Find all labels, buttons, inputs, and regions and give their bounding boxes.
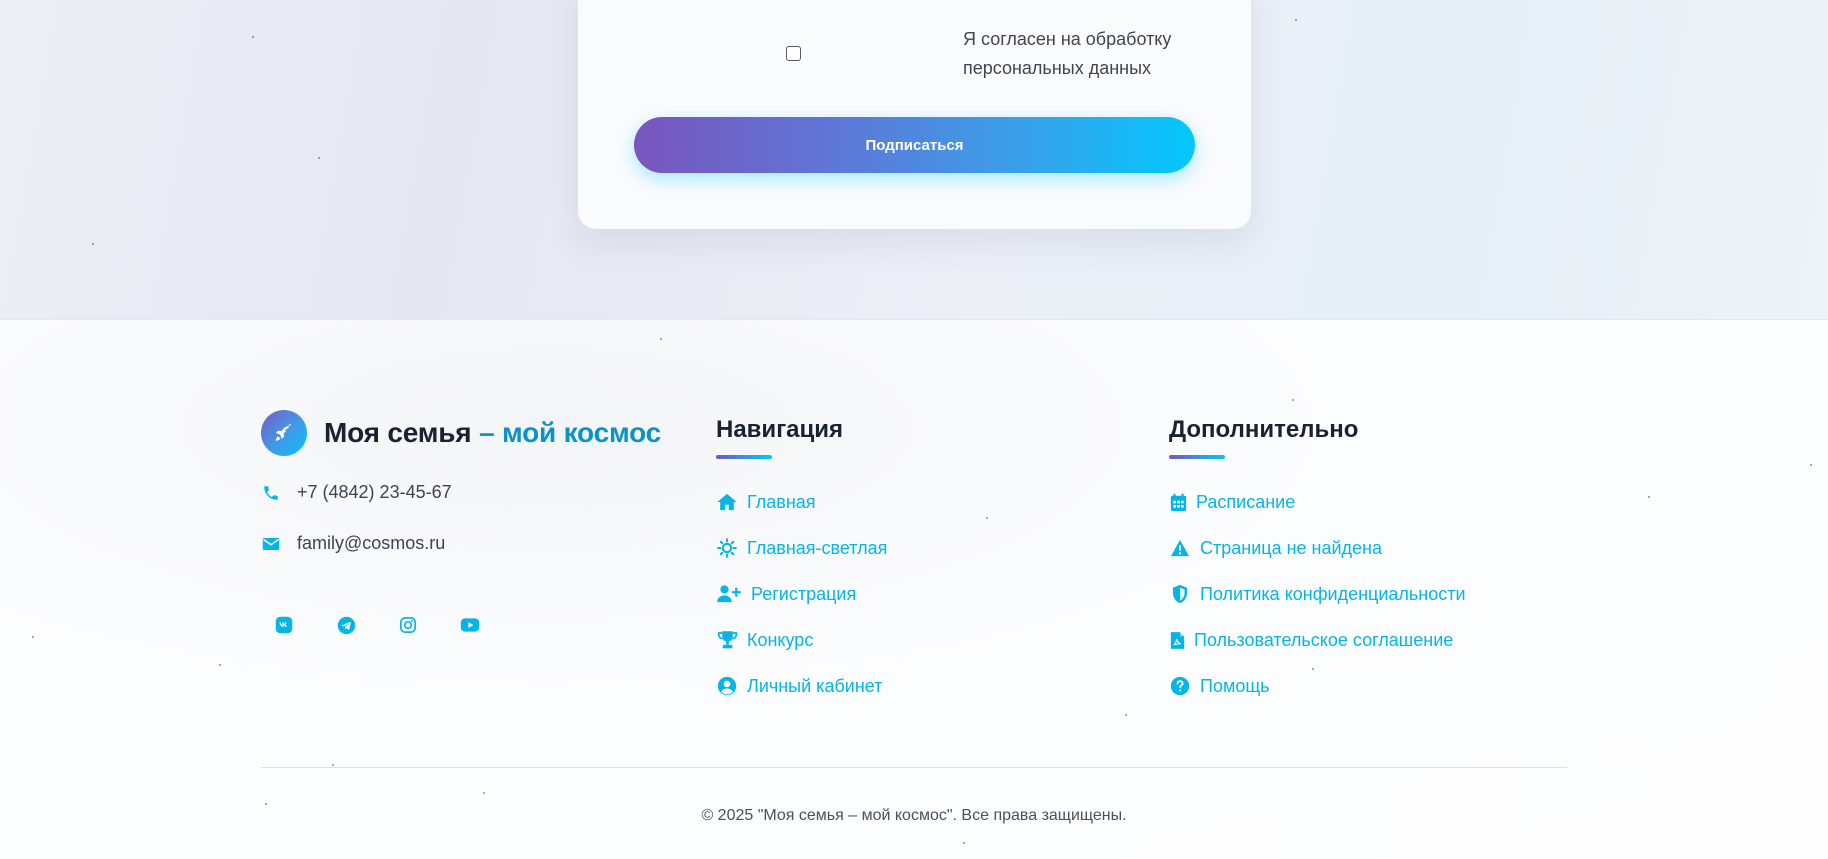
envelope-icon: [261, 534, 281, 554]
nav-link-label: Конкурс: [747, 629, 814, 650]
star-decoration: [332, 764, 334, 766]
trophy-icon: [716, 629, 738, 651]
extra-link-not-found[interactable]: Страница не найдена: [1169, 537, 1382, 559]
star-decoration: [660, 338, 662, 340]
star-decoration: [265, 803, 267, 805]
star-decoration: [1312, 668, 1314, 670]
nav-link-label: Главная: [747, 491, 816, 512]
extra-link-label: Пользовательское соглашение: [1194, 629, 1454, 650]
brand-title-accent: – мой космос: [479, 417, 662, 448]
extra-link-label: Расписание: [1196, 491, 1296, 512]
nav-link-label: Главная-светлая: [747, 537, 888, 558]
star-decoration: [92, 243, 94, 245]
consent-checkbox[interactable]: [786, 46, 801, 61]
subscribe-card: Я согласен на обработку персональных дан…: [578, 0, 1251, 229]
question-circle-icon: [1169, 675, 1191, 697]
star-decoration: [318, 157, 320, 159]
footer-brand[interactable]: Моя семья – мой космос: [261, 410, 661, 456]
extra-link-schedule[interactable]: Расписание: [1169, 491, 1295, 513]
star-decoration: [1292, 399, 1294, 401]
warning-icon: [1169, 537, 1191, 559]
phone-icon: [261, 483, 281, 503]
extra-link-privacy[interactable]: Политика конфиденциальности: [1169, 583, 1466, 605]
subscribe-section: Я согласен на обработку персональных дан…: [0, 0, 1828, 320]
vk-icon[interactable]: [261, 602, 307, 648]
star-decoration: [483, 792, 485, 794]
social-links: [261, 602, 509, 648]
telegram-icon[interactable]: [323, 602, 369, 648]
navigation-heading: Навигация: [716, 416, 844, 443]
star-decoration: [986, 517, 988, 519]
extra-heading: Дополнительно: [1169, 416, 1359, 443]
star-decoration: [252, 36, 254, 38]
star-decoration: [32, 636, 34, 638]
document-icon: [1169, 629, 1185, 651]
calendar-icon: [1169, 491, 1187, 513]
star-decoration: [1810, 464, 1812, 466]
star-decoration: [963, 842, 965, 844]
sun-icon: [716, 537, 738, 559]
extra-link-user-agreement[interactable]: Пользовательское соглашение: [1169, 629, 1453, 651]
nav-link-contest[interactable]: Конкурс: [716, 629, 813, 651]
user-circle-icon: [716, 675, 738, 697]
brand-title-main: Моя семья: [324, 417, 472, 448]
nav-link-registration[interactable]: Регистрация: [716, 583, 856, 605]
email-text: family@cosmos.ru: [297, 533, 446, 553]
extra-link-label: Страница не найдена: [1200, 537, 1383, 558]
home-icon: [716, 491, 738, 513]
consent-label: Я согласен на обработку персональных дан…: [963, 29, 1172, 78]
extra-link-label: Политика конфиденциальности: [1200, 583, 1466, 604]
nav-link-account[interactable]: Личный кабинет: [716, 675, 882, 697]
youtube-icon[interactable]: [447, 602, 493, 648]
nav-link-label: Личный кабинет: [747, 675, 883, 696]
nav-link-label: Регистрация: [751, 583, 857, 604]
user-plus-icon: [716, 583, 742, 605]
consent-row: Я согласен на обработку персональных дан…: [578, 0, 1251, 96]
copyright-text: © 2025 "Моя семья – мой космос". Все пра…: [701, 807, 1127, 824]
footer-divider: [261, 767, 1567, 768]
contact-phone[interactable]: +7 (4842) 23-45-67: [261, 482, 452, 503]
rocket-icon: [261, 410, 307, 456]
star-decoration: [1295, 19, 1297, 21]
phone-text: +7 (4842) 23-45-67: [297, 482, 452, 502]
instagram-icon[interactable]: [385, 602, 431, 648]
heading-underline: [716, 455, 772, 459]
star-decoration: [1648, 496, 1650, 498]
extra-link-help[interactable]: Помощь: [1169, 675, 1270, 697]
brand-title: Моя семья – мой космос: [324, 417, 661, 449]
nav-link-home[interactable]: Главная: [716, 491, 816, 513]
subscribe-button[interactable]: Подписаться: [634, 117, 1195, 173]
contact-email[interactable]: family@cosmos.ru: [261, 533, 445, 554]
star-decoration: [219, 664, 221, 666]
shield-icon: [1169, 583, 1191, 605]
star-decoration: [1125, 714, 1127, 716]
extra-link-label: Помощь: [1200, 675, 1270, 696]
heading-underline: [1169, 455, 1225, 459]
nav-link-home-light[interactable]: Главная-светлая: [716, 537, 887, 559]
footer: Моя семья – мой космос +7 (4842) 23-45-6…: [0, 320, 1828, 859]
